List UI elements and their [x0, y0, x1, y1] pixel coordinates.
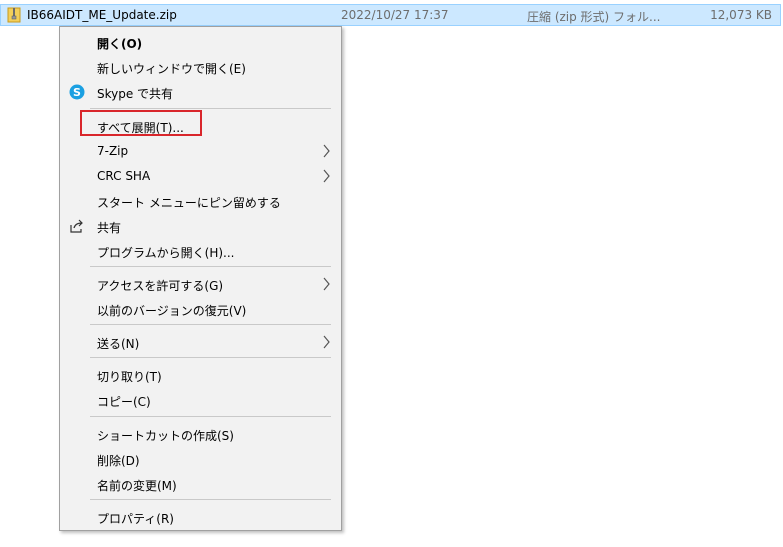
menu-item-crc-sha[interactable]: CRC SHA: [60, 165, 341, 187]
menu-item-label: 開く(O): [97, 37, 143, 51]
menu-item-label: 新しいウィンドウで開く(E): [97, 62, 246, 76]
chevron-right-icon: [323, 335, 330, 349]
menu-item-delete[interactable]: 削除(D): [60, 448, 341, 470]
menu-item-label: プロパティ(R): [97, 512, 174, 526]
menu-separator: [90, 357, 331, 358]
menu-item-properties[interactable]: プロパティ(R): [60, 506, 341, 528]
menu-item-share-skype[interactable]: S Skype で共有: [60, 81, 341, 103]
menu-item-create-shortcut[interactable]: ショートカットの作成(S): [60, 423, 341, 445]
selected-file-row[interactable]: IB66AIDT_ME_Update.zip 2022/10/27 17:37 …: [0, 4, 781, 26]
skype-icon: S: [69, 84, 85, 100]
menu-item-label: 名前の変更(M): [97, 479, 177, 493]
menu-separator: [90, 108, 331, 109]
file-size: 12,073 KB: [710, 8, 772, 22]
file-type: 圧縮 (zip 形式) フォル...: [527, 10, 661, 24]
menu-item-label: 切り取り(T): [97, 370, 162, 384]
menu-separator: [90, 266, 331, 267]
file-name: IB66AIDT_ME_Update.zip: [27, 8, 177, 22]
chevron-right-icon: [323, 144, 330, 158]
menu-item-label: 以前のバージョンの復元(V): [97, 304, 247, 318]
svg-text:S: S: [73, 86, 81, 99]
menu-item-7zip[interactable]: 7-Zip: [60, 140, 341, 162]
menu-item-label: アクセスを許可する(G): [97, 279, 224, 293]
menu-item-restore-previous[interactable]: 以前のバージョンの復元(V): [60, 298, 341, 320]
menu-item-pin-to-start[interactable]: スタート メニューにピン留めする: [60, 190, 341, 212]
menu-item-label: 共有: [97, 221, 122, 235]
menu-item-label: スタート メニューにピン留めする: [97, 196, 281, 210]
menu-item-label: コピー(C): [97, 395, 151, 409]
menu-item-copy[interactable]: コピー(C): [60, 389, 341, 411]
menu-item-send-to[interactable]: 送る(N): [60, 331, 341, 353]
menu-item-label: Skype で共有: [97, 87, 174, 101]
menu-item-label: 7-Zip: [97, 144, 129, 158]
zip-folder-icon: [7, 7, 21, 23]
chevron-right-icon: [323, 277, 330, 291]
menu-separator: [90, 416, 331, 417]
menu-item-share[interactable]: 共有: [60, 215, 341, 237]
menu-item-label: 送る(N): [97, 337, 140, 351]
context-menu: 開く(O) 新しいウィンドウで開く(E) S Skype で共有 すべて展開(T…: [59, 26, 342, 531]
menu-item-open-with[interactable]: プログラムから開く(H)...: [60, 240, 341, 262]
menu-item-give-access[interactable]: アクセスを許可する(G): [60, 273, 341, 295]
menu-item-cut[interactable]: 切り取り(T): [60, 364, 341, 386]
menu-item-label: CRC SHA: [97, 169, 151, 183]
menu-item-label: ショートカットの作成(S): [97, 429, 234, 443]
menu-item-label: 削除(D): [97, 454, 140, 468]
menu-item-label: プログラムから開く(H)...: [97, 246, 235, 260]
menu-separator: [90, 499, 331, 500]
menu-item-open[interactable]: 開く(O): [60, 31, 341, 53]
file-date: 2022/10/27 17:37: [341, 8, 449, 22]
share-icon: [70, 219, 83, 233]
chevron-right-icon: [323, 169, 330, 183]
annotation-highlight-box: [80, 110, 202, 136]
menu-item-rename[interactable]: 名前の変更(M): [60, 473, 341, 495]
menu-item-open-new-window[interactable]: 新しいウィンドウで開く(E): [60, 56, 341, 78]
menu-separator: [90, 324, 331, 325]
